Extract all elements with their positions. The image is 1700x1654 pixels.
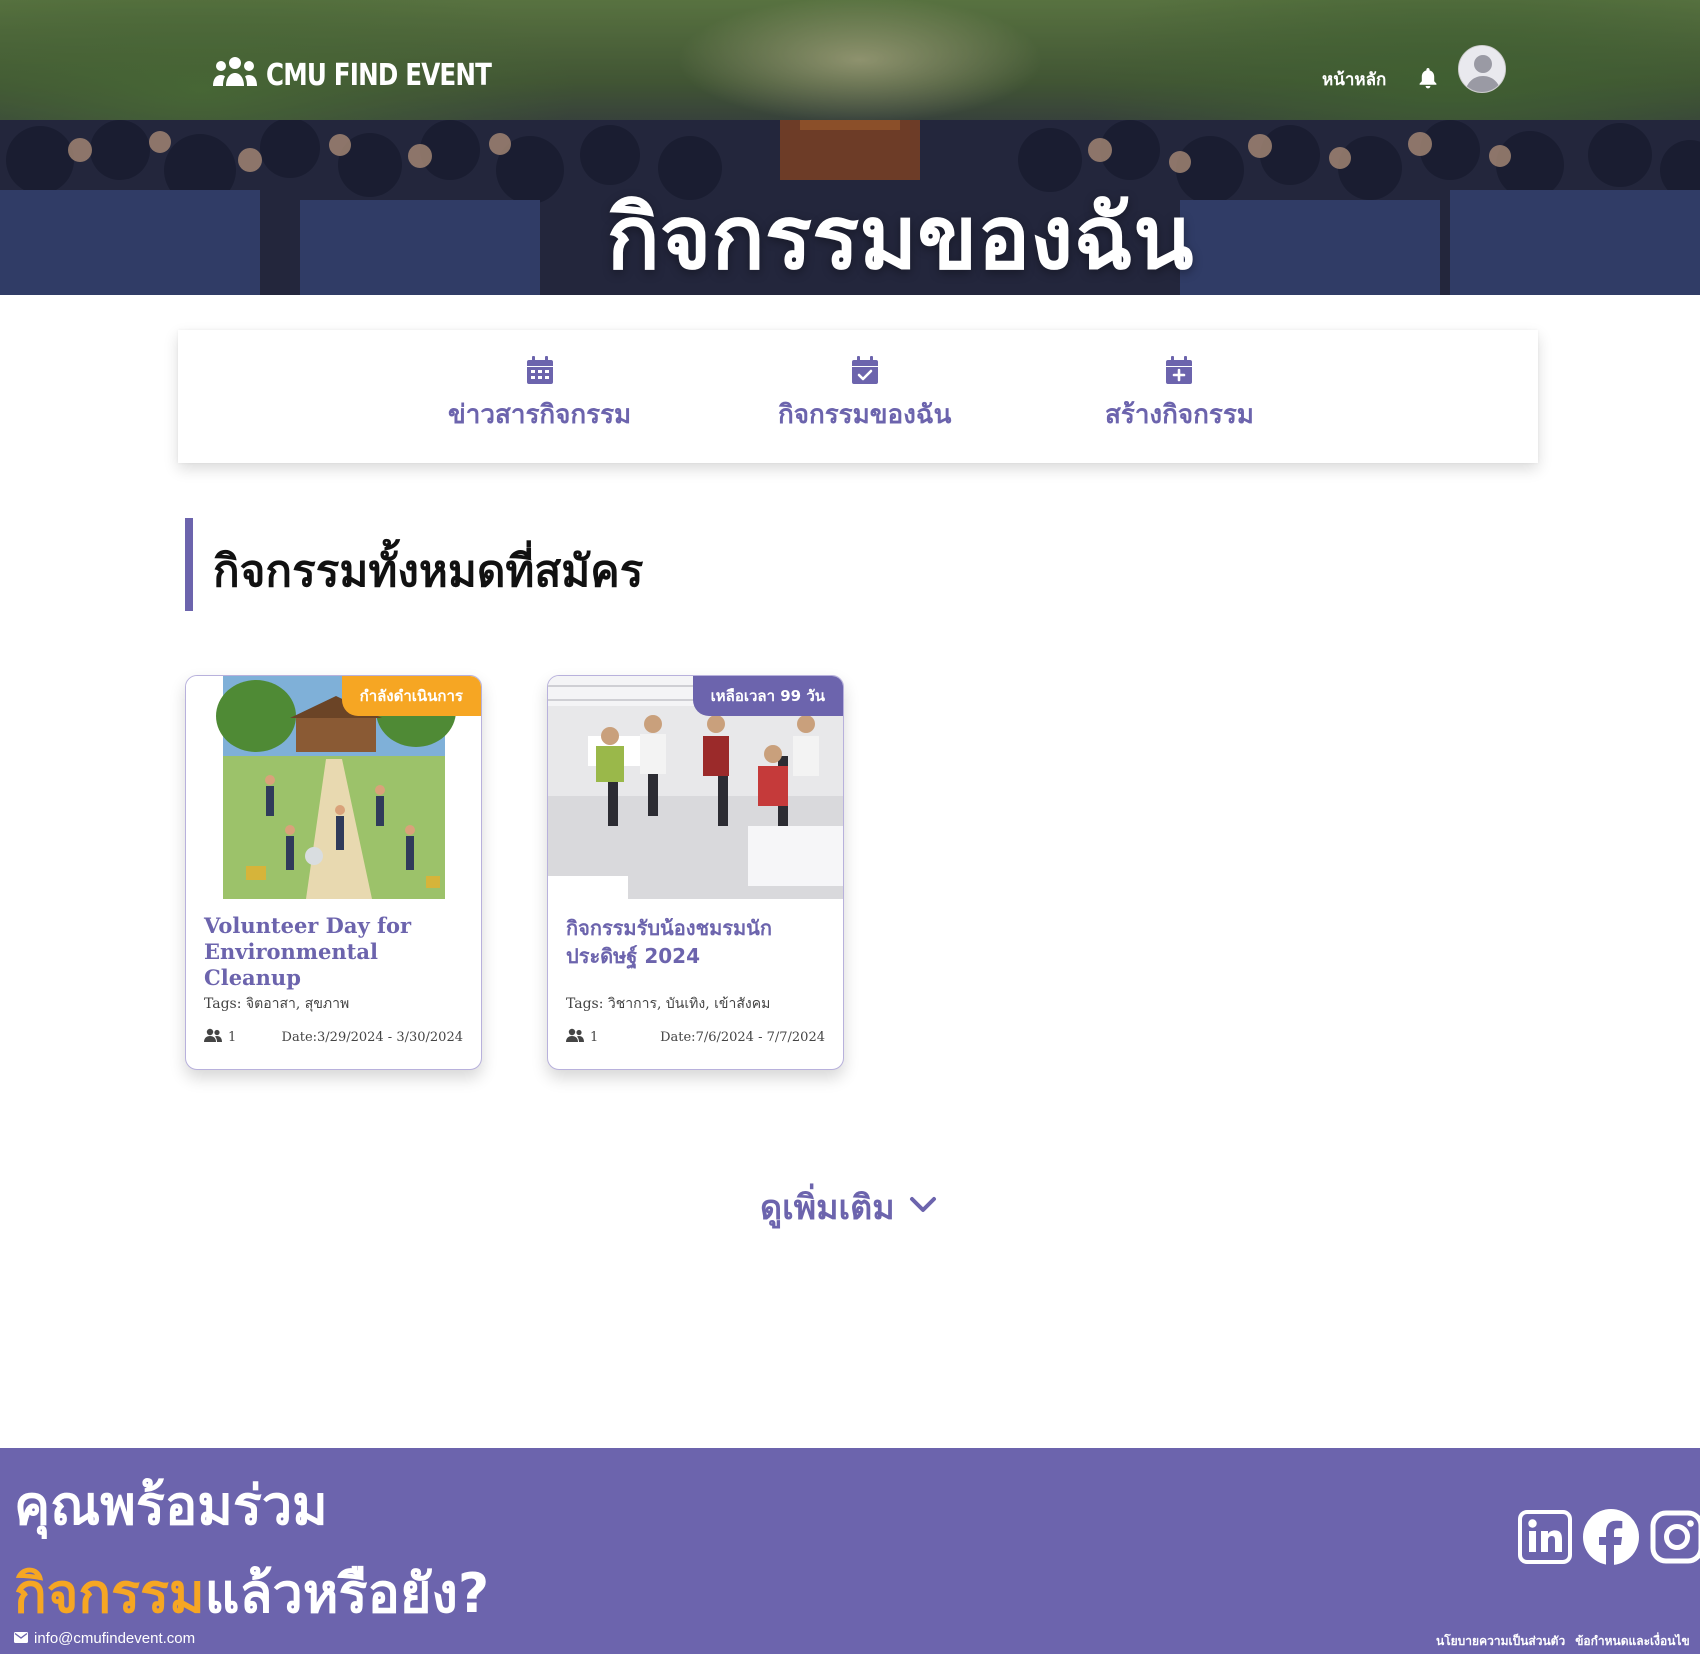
footer-headline-line2: กิจกรรมแล้วหรือยัง? <box>14 1550 489 1636</box>
terms-link[interactable]: ข้อกำหนดและเงื่อนไข <box>1575 1634 1689 1648</box>
calendar-check-icon <box>851 356 878 388</box>
event-date: Date:3/29/2024 - 3/30/2024 <box>281 1029 463 1045</box>
bell-icon[interactable] <box>1418 67 1438 93</box>
nav-home-link[interactable]: หน้าหลัก <box>1322 66 1386 93</box>
menu-item-my-events[interactable]: กิจกรรมของฉัน <box>778 356 951 435</box>
menu-item-event-news[interactable]: ข่าวสารกิจกรรม <box>448 356 631 435</box>
section-accent-bar <box>185 518 193 611</box>
footer-headline-line1: คุณพร้อมร่วม <box>14 1474 328 1537</box>
hero-banner: CMU FIND EVENT หน้าหลัก กิจกรรมของฉัน <box>0 0 1700 295</box>
group-users-icon <box>212 56 258 94</box>
event-footer: 1 Date:7/6/2024 - 7/7/2024 <box>566 1028 825 1046</box>
event-card[interactable]: กำลังดำเนินการ Volunteer Day for Environ… <box>185 675 482 1070</box>
see-more-label: ดูเพิ่มเติม <box>760 1188 895 1228</box>
event-name[interactable]: Volunteer Day for Environmental Cleanup <box>204 913 469 991</box>
footer-links: นโยบายความเป็นส่วนตัว ข้อกำหนดและเงื่อนไข <box>1436 1632 1700 1651</box>
section-title: กิจกรรมทั้งหมดที่สมัคร <box>213 546 644 597</box>
footer-headline-highlight: กิจกรรม <box>14 1562 205 1625</box>
event-tags: Tags: จิตอาสา, สุขภาพ <box>204 996 350 1012</box>
event-date: Date:7/6/2024 - 7/7/2024 <box>660 1029 825 1045</box>
participant-count: 1 <box>204 1028 236 1046</box>
menu-item-label: ข่าวสารกิจกรรม <box>448 400 632 430</box>
facebook-icon[interactable] <box>1582 1508 1640 1570</box>
page-title: กิจกรรมของฉัน <box>606 186 1194 289</box>
quick-menu: ข่าวสารกิจกรรม กิจกรรมของฉัน สร้างกิจกรร… <box>178 330 1538 463</box>
event-footer: 1 Date:3/29/2024 - 3/30/2024 <box>204 1028 463 1046</box>
menu-item-label: สร้างกิจกรรม <box>1105 400 1254 430</box>
menu-item-create-event[interactable]: สร้างกิจกรรม <box>1105 356 1254 435</box>
participant-count-value: 1 <box>228 1029 237 1045</box>
chevron-down-icon <box>909 1196 937 1218</box>
instagram-icon[interactable] <box>1650 1510 1700 1568</box>
menu-item-label: กิจกรรมของฉัน <box>778 400 952 430</box>
user-avatar[interactable] <box>1458 45 1506 93</box>
footer-email-text: info@cmufindevent.com <box>34 1630 196 1647</box>
calendar-icon <box>526 356 553 388</box>
envelope-icon <box>14 1630 28 1647</box>
social-links <box>1518 1508 1700 1570</box>
event-name[interactable]: กิจกรรมรับน้องชมรมนักประดิษฐ์ 2024 <box>566 914 831 970</box>
calendar-plus-icon <box>1166 356 1193 388</box>
footer-email[interactable]: info@cmufindevent.com <box>14 1630 195 1647</box>
users-icon <box>566 1028 584 1046</box>
privacy-policy-link[interactable]: นโยบายความเป็นส่วนตัว <box>1436 1634 1565 1648</box>
see-more-button[interactable]: ดูเพิ่มเติม <box>760 1180 937 1234</box>
participant-count-value: 1 <box>590 1029 599 1045</box>
users-icon <box>204 1028 222 1046</box>
linkedin-icon[interactable] <box>1518 1510 1572 1568</box>
event-countdown-badge: เหลือเวลา 99 วัน <box>692 676 843 716</box>
footer-headline-rest: แล้วหรือยัง? <box>204 1562 490 1625</box>
brand-logo[interactable]: CMU FIND EVENT <box>212 56 541 94</box>
participant-count: 1 <box>566 1028 598 1046</box>
event-card[interactable]: เหลือเวลา 99 วัน กิจกรรมรับน้องชมรมนักปร… <box>547 675 844 1070</box>
event-status-badge: กำลังดำเนินการ <box>341 676 481 716</box>
top-navbar: CMU FIND EVENT หน้าหลัก <box>0 0 1700 160</box>
brand-name: CMU FIND EVENT <box>266 57 492 93</box>
footer: คุณพร้อมร่วม กิจกรรมแล้วหรือยัง? info@cm… <box>0 1448 1700 1654</box>
event-tags: Tags: วิชาการ, บันเทิง, เข้าสังคม <box>566 996 771 1012</box>
